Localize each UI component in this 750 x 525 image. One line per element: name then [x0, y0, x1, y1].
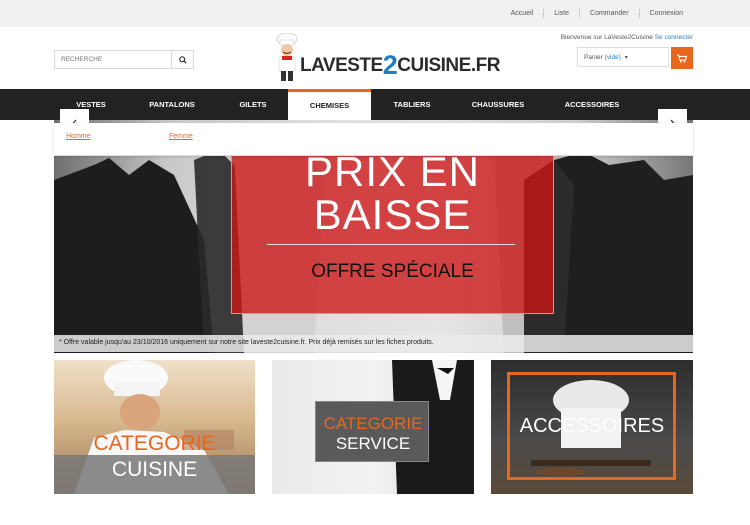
search-box — [54, 50, 194, 69]
welcome-text: Bienvenue sur LaVeste2Cuisine — [560, 34, 653, 41]
tile-accessoires-name: ACCESSOIRES — [519, 415, 665, 437]
promo-line-prix-en: PRIX EN — [304, 148, 481, 195]
promo-line-baisse: BAISSE — [313, 191, 472, 238]
tile-accessoires[interactable]: ACCESSOIRES — [491, 360, 693, 494]
service-label-box: CATEGORIE SERVICE — [315, 401, 429, 462]
promo-divider — [267, 244, 515, 245]
chevron-down-icon: ▾ — [624, 55, 628, 61]
logo-word-two: 2 — [382, 50, 398, 80]
nav-item-accessoires[interactable]: ACCESSOIRES — [546, 89, 638, 120]
top-link-accueil[interactable]: Accueil — [501, 9, 544, 18]
tile-categorie-cuisine[interactable]: CATEGORIE CUISINE — [54, 360, 255, 494]
site-logo[interactable]: LAVESTE2CUISINE.FR — [272, 33, 500, 85]
cart-icon — [677, 54, 687, 63]
tile-categorie-service[interactable]: CATEGORIE SERVICE — [272, 360, 474, 494]
promo-banner[interactable]: PRIX EN BAISSE OFFRE SPÉCIALE — [231, 141, 554, 314]
tile-cuisine-name: CUISINE — [111, 458, 198, 481]
welcome-message: Bienvenue sur LaVeste2Cuisine Se connect… — [561, 34, 693, 41]
search-icon — [178, 55, 187, 64]
search-input[interactable] — [55, 51, 172, 68]
cart-label: Panier — [584, 54, 603, 61]
tile-service-name: SERVICE — [335, 434, 411, 453]
cart-dropdown[interactable]: Panier (vide) ▾ — [577, 47, 669, 67]
top-link-liste[interactable]: Liste — [543, 9, 579, 18]
cart-button[interactable] — [671, 47, 693, 69]
main-navigation: VESTES PANTALONS GILETS CHEMISES TABLIER… — [0, 89, 750, 120]
logo-word-right: CUISINE.FR — [397, 55, 500, 76]
nav-item-gilets[interactable]: GILETS — [218, 89, 288, 120]
tile-cuisine-category: CATEGORIE — [93, 432, 216, 455]
nav-item-pantalons[interactable]: PANTALONS — [136, 89, 208, 120]
submenu-item-femme[interactable]: Femme — [169, 133, 193, 140]
top-link-connexion[interactable]: Connexion — [638, 9, 693, 18]
top-link-commander[interactable]: Commander — [579, 9, 639, 18]
logo-word-left: LAVESTE — [300, 55, 383, 76]
login-link[interactable]: Se connecter — [655, 34, 693, 41]
top-links: Accueil Liste Commander Connexion — [501, 9, 693, 18]
tile-service-category: CATEGORIE — [323, 414, 423, 433]
chemises-submenu: Homme Femme — [54, 123, 693, 156]
nav-item-chaussures[interactable]: CHAUSSURES — [458, 89, 538, 120]
logo-wordmark: LAVESTE2CUISINE.FR — [300, 47, 500, 80]
slide-disclaimer: * Offre valable jusqu'au 23/10/2016 uniq… — [54, 335, 693, 352]
cart-status: (vide) — [604, 54, 621, 61]
search-button[interactable] — [171, 51, 193, 68]
promo-line-offre-speciale: OFFRE SPÉCIALE — [311, 261, 474, 282]
submenu-item-homme[interactable]: Homme — [66, 133, 91, 140]
chef-mascot-icon — [276, 33, 298, 81]
nav-item-chemises[interactable]: CHEMISES — [288, 89, 371, 120]
nav-item-tabliers[interactable]: TABLIERS — [376, 89, 448, 120]
top-utility-bar: Accueil Liste Commander Connexion — [0, 0, 750, 27]
